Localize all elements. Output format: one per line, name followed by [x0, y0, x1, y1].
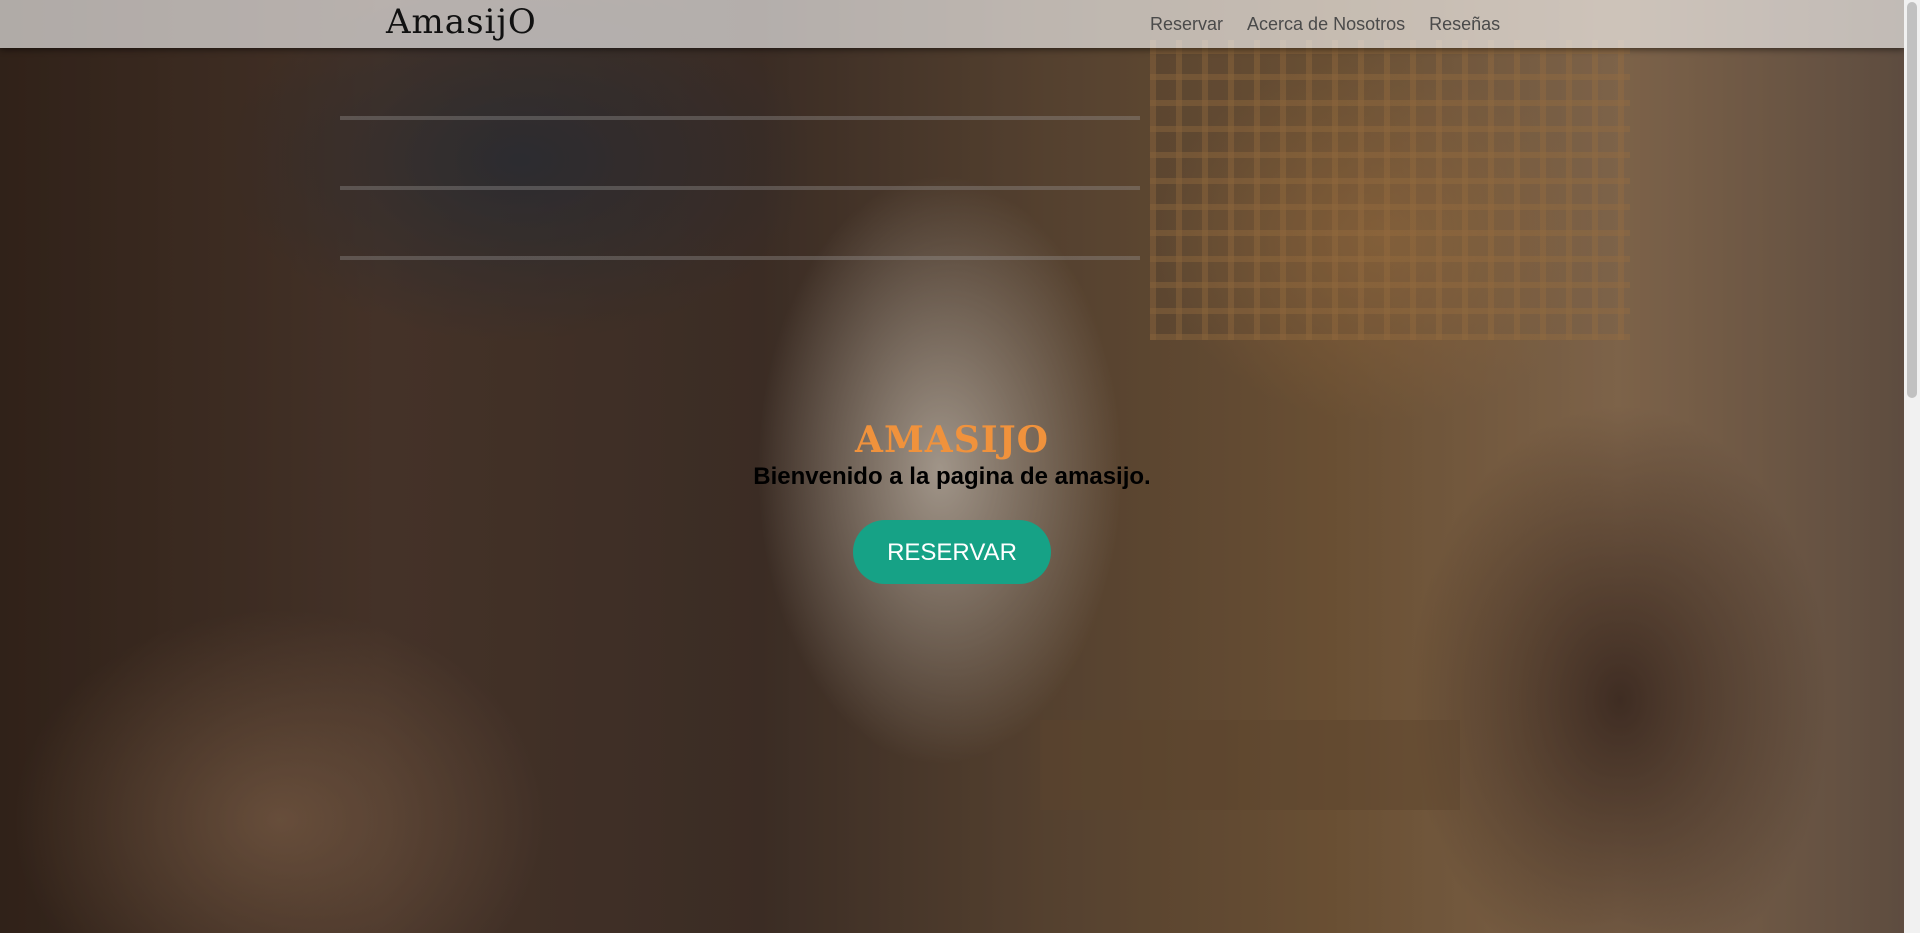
- page-scrollbar[interactable]: [1904, 0, 1920, 933]
- reserve-button[interactable]: RESERVAR: [853, 520, 1051, 584]
- nav-link-resenas[interactable]: Reseñas: [1429, 14, 1500, 35]
- nav-link-reservar[interactable]: Reservar: [1150, 14, 1223, 35]
- scrollbar-thumb[interactable]: [1907, 2, 1917, 398]
- nav-link-acerca-de-nosotros[interactable]: Acerca de Nosotros: [1247, 14, 1405, 35]
- brand-logo[interactable]: AmasijO: [386, 2, 537, 42]
- hero-subtitle: Bienvenido a la pagina de amasijo.: [753, 463, 1151, 490]
- hero-content: AMASIJO Bienvenido a la pagina de amasij…: [680, 418, 1224, 584]
- nav-links: Reservar Acerca de Nosotros Reseñas: [1150, 0, 1500, 48]
- hero-title: AMASIJO: [855, 419, 1049, 461]
- navbar: AmasijO Reservar Acerca de Nosotros Rese…: [0, 0, 1904, 48]
